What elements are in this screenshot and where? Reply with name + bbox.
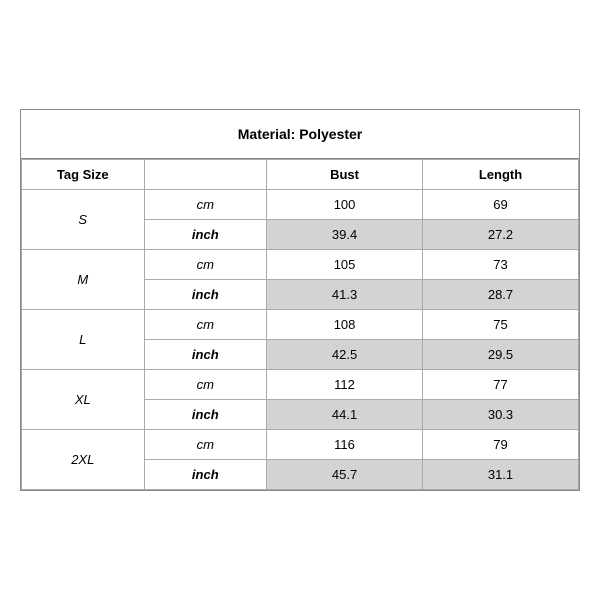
size-cell: L: [22, 310, 145, 370]
header-length: Length: [423, 160, 579, 190]
header-tag-size: Tag Size: [22, 160, 145, 190]
bust-inch-value: 41.3: [267, 280, 423, 310]
size-cell: M: [22, 250, 145, 310]
bust-cm-value: 116: [267, 430, 423, 460]
unit-inch-cell: inch: [144, 280, 267, 310]
length-inch-value: 30.3: [423, 400, 579, 430]
length-cm-value: 73: [423, 250, 579, 280]
length-inch-value: 29.5: [423, 340, 579, 370]
length-inch-value: 27.2: [423, 220, 579, 250]
table-row: Lcm10875: [22, 310, 579, 340]
unit-inch-cell: inch: [144, 220, 267, 250]
bust-cm-value: 108: [267, 310, 423, 340]
length-inch-value: 31.1: [423, 460, 579, 490]
bust-cm-value: 105: [267, 250, 423, 280]
table-row: Mcm10573: [22, 250, 579, 280]
size-cell: 2XL: [22, 430, 145, 490]
header-unit: [144, 160, 267, 190]
header-bust: Bust: [267, 160, 423, 190]
unit-cm-cell: cm: [144, 190, 267, 220]
size-chart-container: Material: Polyester Tag Size Bust Length…: [20, 109, 580, 491]
unit-inch-cell: inch: [144, 340, 267, 370]
length-cm-value: 79: [423, 430, 579, 460]
bust-cm-value: 112: [267, 370, 423, 400]
table-row: 2XLcm11679: [22, 430, 579, 460]
length-cm-value: 75: [423, 310, 579, 340]
size-table: Tag Size Bust Length Scm10069inch39.427.…: [21, 159, 579, 490]
length-inch-value: 28.7: [423, 280, 579, 310]
bust-inch-value: 42.5: [267, 340, 423, 370]
table-row: Scm10069: [22, 190, 579, 220]
bust-inch-value: 39.4: [267, 220, 423, 250]
unit-cm-cell: cm: [144, 430, 267, 460]
bust-cm-value: 100: [267, 190, 423, 220]
length-cm-value: 69: [423, 190, 579, 220]
unit-cm-cell: cm: [144, 370, 267, 400]
size-cell: S: [22, 190, 145, 250]
unit-cm-cell: cm: [144, 310, 267, 340]
unit-inch-cell: inch: [144, 400, 267, 430]
table-row: XLcm11277: [22, 370, 579, 400]
length-cm-value: 77: [423, 370, 579, 400]
unit-inch-cell: inch: [144, 460, 267, 490]
chart-title: Material: Polyester: [21, 110, 579, 159]
unit-cm-cell: cm: [144, 250, 267, 280]
size-cell: XL: [22, 370, 145, 430]
bust-inch-value: 45.7: [267, 460, 423, 490]
bust-inch-value: 44.1: [267, 400, 423, 430]
